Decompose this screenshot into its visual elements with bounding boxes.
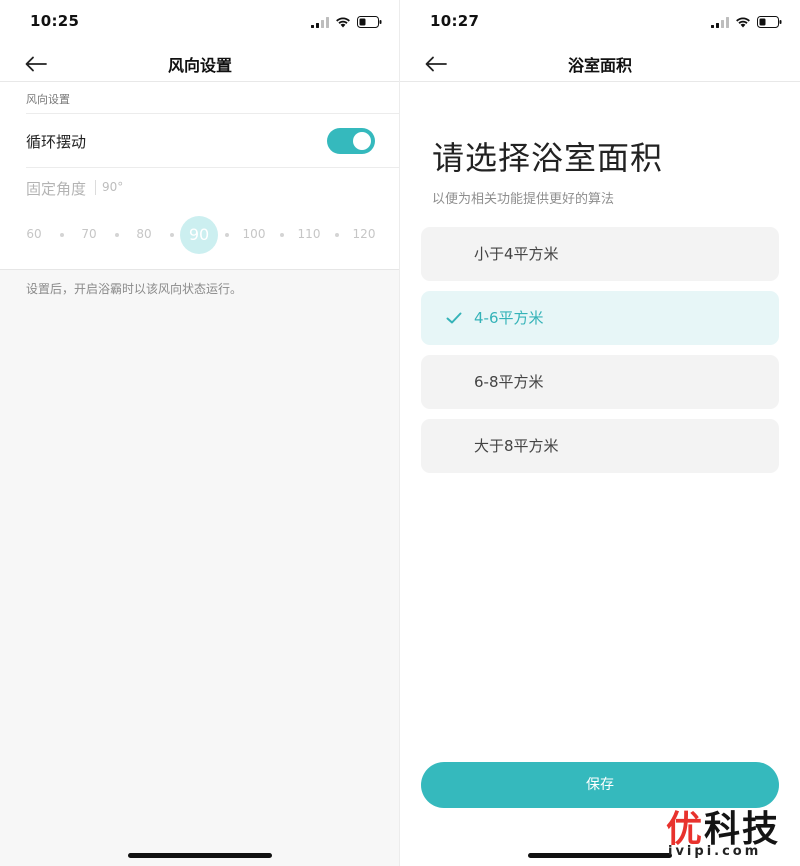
page-title: 浴室面积	[567, 56, 632, 75]
bathroom-area-screen: 10:27 浴室面积 请选择浴室面积 以便为相关功能提供更好的算法 小于4平方米…	[400, 0, 800, 866]
wind-direction-screen: 10:25 风向设置 风向设置 循环摆动 固定角度 90° 60 70 80 9…	[0, 0, 400, 866]
tick-dot	[59, 233, 64, 237]
angle-option[interactable]: 120	[344, 227, 384, 241]
fixed-angle-label: 固定角度	[26, 180, 87, 198]
home-indicator	[528, 853, 672, 858]
angle-option[interactable]: 110	[289, 227, 329, 241]
area-option-label: 大于8平方米	[474, 437, 559, 455]
area-option[interactable]: 大于8平方米	[421, 419, 779, 473]
area-option[interactable]: 小于4平方米	[421, 227, 779, 281]
status-icons	[711, 15, 782, 29]
toggle-knob	[353, 132, 371, 150]
wifi-icon	[736, 17, 750, 28]
tick-dot	[114, 233, 119, 237]
divider	[95, 180, 96, 195]
watermark-logo: 优科技 ivipi.com	[660, 800, 792, 862]
home-indicator	[128, 853, 272, 858]
angle-option[interactable]: 100	[234, 227, 274, 241]
status-bar: 10:25	[0, 0, 400, 46]
area-option[interactable]: 6-8平方米	[421, 355, 779, 409]
status-time: 10:27	[430, 12, 480, 30]
divider	[26, 167, 400, 168]
swing-label: 循环摆动	[26, 133, 87, 151]
page-title: 风向设置	[167, 56, 232, 75]
swing-toggle[interactable]	[327, 128, 375, 154]
battery-icon	[357, 16, 382, 28]
tick-dot	[279, 233, 284, 237]
main-heading: 请选择浴室面积	[432, 139, 664, 177]
area-option-label: 6-8平方米	[474, 373, 544, 391]
fixed-angle-value: 90°	[102, 180, 124, 194]
status-bar: 10:27	[400, 0, 800, 46]
angle-picker[interactable]: 60 70 80 90 100 110 120	[0, 214, 400, 254]
nav-bar: 浴室面积	[400, 46, 800, 82]
tick-dot	[224, 233, 229, 237]
watermark-url: ivipi.com	[668, 844, 762, 859]
signal-icon	[711, 16, 729, 28]
angle-option[interactable]: 60	[14, 227, 54, 241]
status-icons	[311, 15, 382, 29]
check-icon	[446, 312, 462, 324]
area-option-selected[interactable]: 4-6平方米	[421, 291, 779, 345]
status-time: 10:25	[30, 12, 80, 30]
signal-icon	[311, 16, 329, 28]
angle-option[interactable]: 70	[69, 227, 109, 241]
tick-dot	[169, 233, 174, 237]
area-option-label: 4-6平方米	[474, 309, 544, 327]
section-label: 风向设置	[26, 93, 70, 106]
wifi-icon	[336, 17, 350, 28]
sub-heading: 以便为相关功能提供更好的算法	[432, 192, 615, 207]
battery-icon	[757, 16, 782, 28]
angle-option-selected[interactable]: 90	[180, 216, 218, 254]
area-option-label: 小于4平方米	[474, 245, 559, 263]
hint-text: 设置后，开启浴霸时以该风向状态运行。	[26, 282, 243, 296]
angle-option[interactable]: 80	[124, 227, 164, 241]
wind-settings-panel: 风向设置 循环摆动 固定角度 90° 60 70 80 90 100 110 120	[0, 82, 400, 270]
divider	[26, 113, 400, 114]
tick-dot	[334, 233, 339, 237]
area-options-list: 小于4平方米 4-6平方米 6-8平方米 大于8平方米	[421, 227, 779, 483]
nav-bar: 风向设置	[0, 46, 400, 82]
